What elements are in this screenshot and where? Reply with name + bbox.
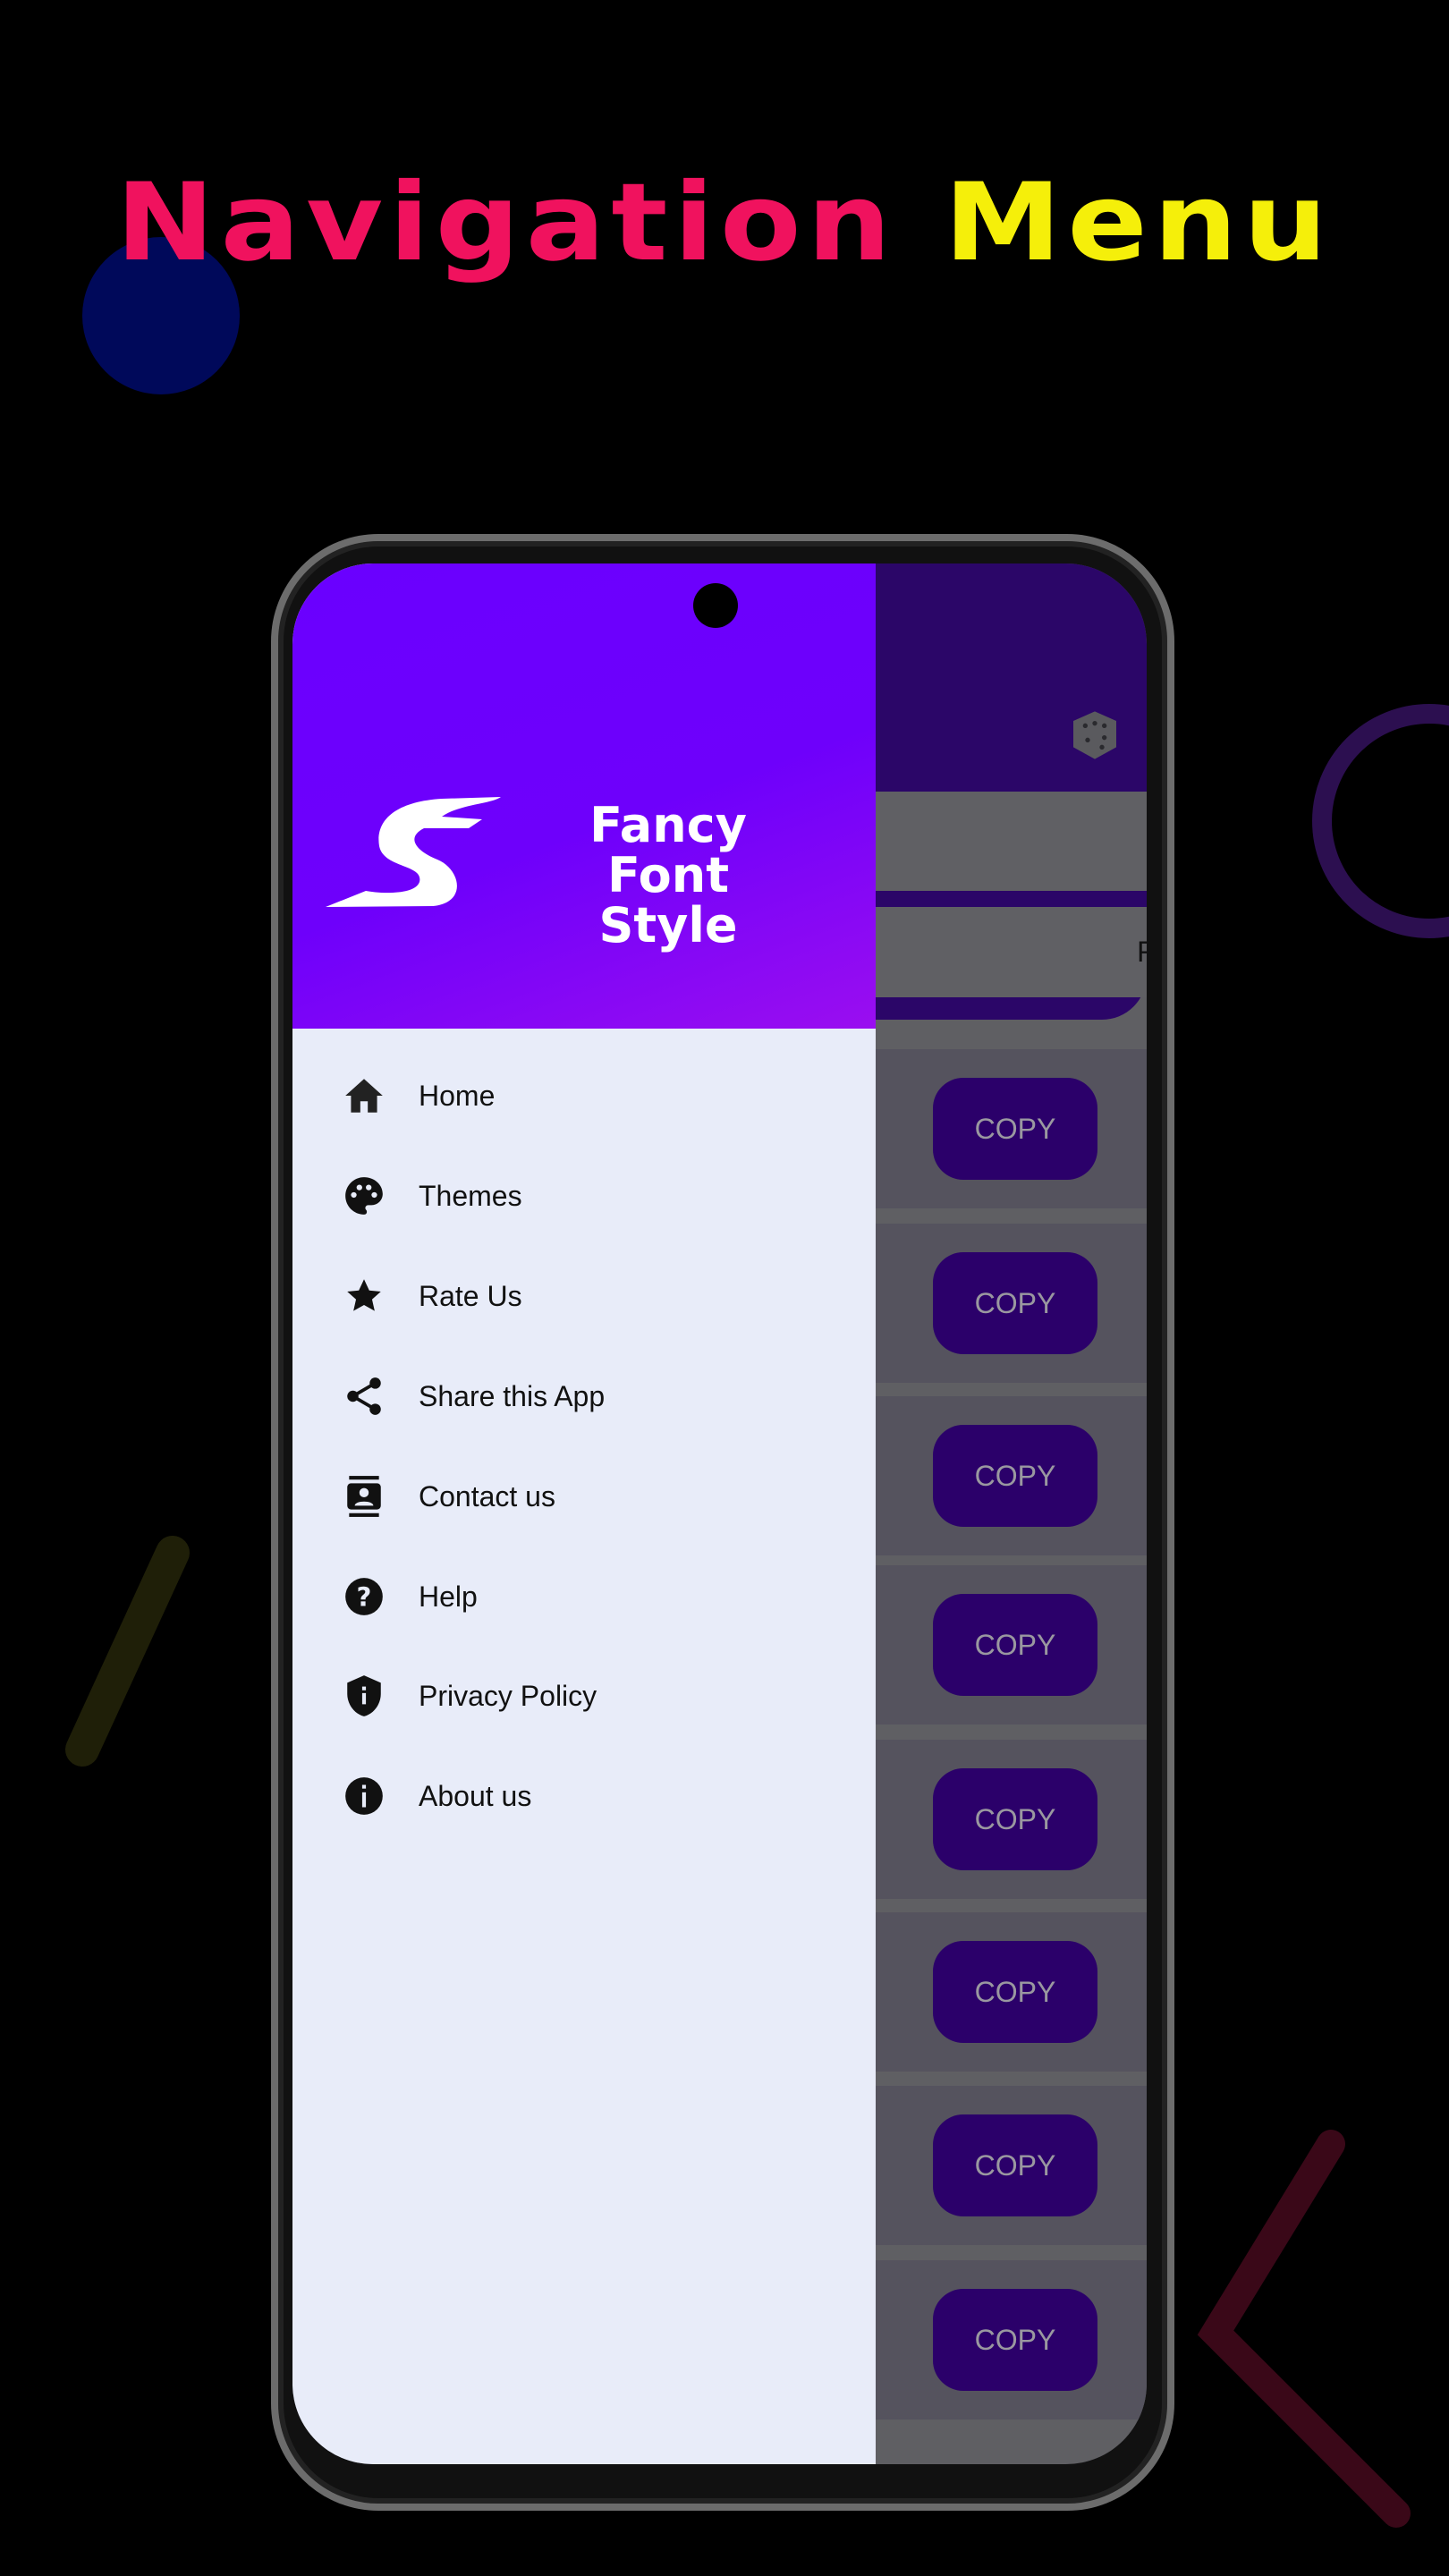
contact-icon xyxy=(347,1476,381,1517)
drawer-item-label: Themes xyxy=(419,1179,522,1212)
drawer-item-share[interactable]: Share this App xyxy=(292,1352,876,1441)
drawer-item-label: Share this App xyxy=(419,1379,606,1412)
drawer-item-contact[interactable]: Contact us xyxy=(292,1452,876,1541)
copy-button[interactable]: COPY xyxy=(933,1768,1097,1870)
app-logo xyxy=(326,797,501,907)
drawer-header: Fancy Font Style xyxy=(292,564,876,1029)
drawer-item-label: Rate Us xyxy=(419,1279,522,1312)
drawer-item-label: Home xyxy=(419,1079,496,1112)
app-brand-name: Fancy Font Style xyxy=(534,801,802,951)
drawer-item-label: Privacy Policy xyxy=(419,1679,597,1712)
drawer-item-label: Contact us xyxy=(419,1479,555,1513)
alignment-value: Right xyxy=(1137,936,1147,969)
drawer-item-about[interactable]: About us xyxy=(292,1751,876,1841)
red-chevron-decoration xyxy=(1197,2130,1411,2528)
title-part2: Menu xyxy=(944,161,1334,285)
shield-icon xyxy=(347,1675,381,1716)
drawer-item-help[interactable]: ? Help xyxy=(292,1552,876,1641)
drawer-item-home[interactable]: Home xyxy=(292,1051,876,1140)
promo-title: Navigation Menu xyxy=(0,161,1449,285)
yellow-line-decoration xyxy=(65,1536,190,1767)
brand-line1: Fancy Font xyxy=(589,797,747,903)
copy-button[interactable]: COPY xyxy=(933,1078,1097,1180)
phone-screen: Right COPY COPY COPY COPY COPY COPY COPY COPY F… xyxy=(292,564,1147,2464)
copy-button[interactable]: COPY xyxy=(933,1594,1097,1696)
help-icon: ? xyxy=(345,1578,383,1615)
drawer-item-themes[interactable]: Themes xyxy=(292,1151,876,1241)
copy-button[interactable]: COPY xyxy=(933,1941,1097,2043)
copy-button[interactable]: COPY xyxy=(933,1425,1097,1527)
navigation-drawer: Fancy Font Style Home Themes Rate Us Sha… xyxy=(292,564,876,2464)
drawer-item-label: Help xyxy=(419,1580,478,1613)
star-icon xyxy=(347,1279,381,1311)
dice-icon[interactable] xyxy=(1066,707,1123,764)
share-icon xyxy=(347,1377,381,1415)
copy-button[interactable]: COPY xyxy=(933,2114,1097,2216)
title-part1: Navigation xyxy=(115,161,897,285)
brand-line2: Style xyxy=(598,897,738,953)
palette-icon xyxy=(345,1177,383,1215)
svg-text:?: ? xyxy=(357,1581,372,1612)
drawer-item-label: About us xyxy=(419,1779,532,1812)
home-icon xyxy=(345,1079,383,1113)
drawer-item-rate-us[interactable]: Rate Us xyxy=(292,1251,876,1341)
copy-button[interactable]: COPY xyxy=(933,1252,1097,1354)
drawer-item-privacy[interactable]: Privacy Policy xyxy=(292,1651,876,1741)
purple-ring-decoration xyxy=(1312,704,1449,938)
info-icon xyxy=(345,1777,383,1815)
front-camera xyxy=(693,583,738,628)
copy-button[interactable]: COPY xyxy=(933,2289,1097,2391)
